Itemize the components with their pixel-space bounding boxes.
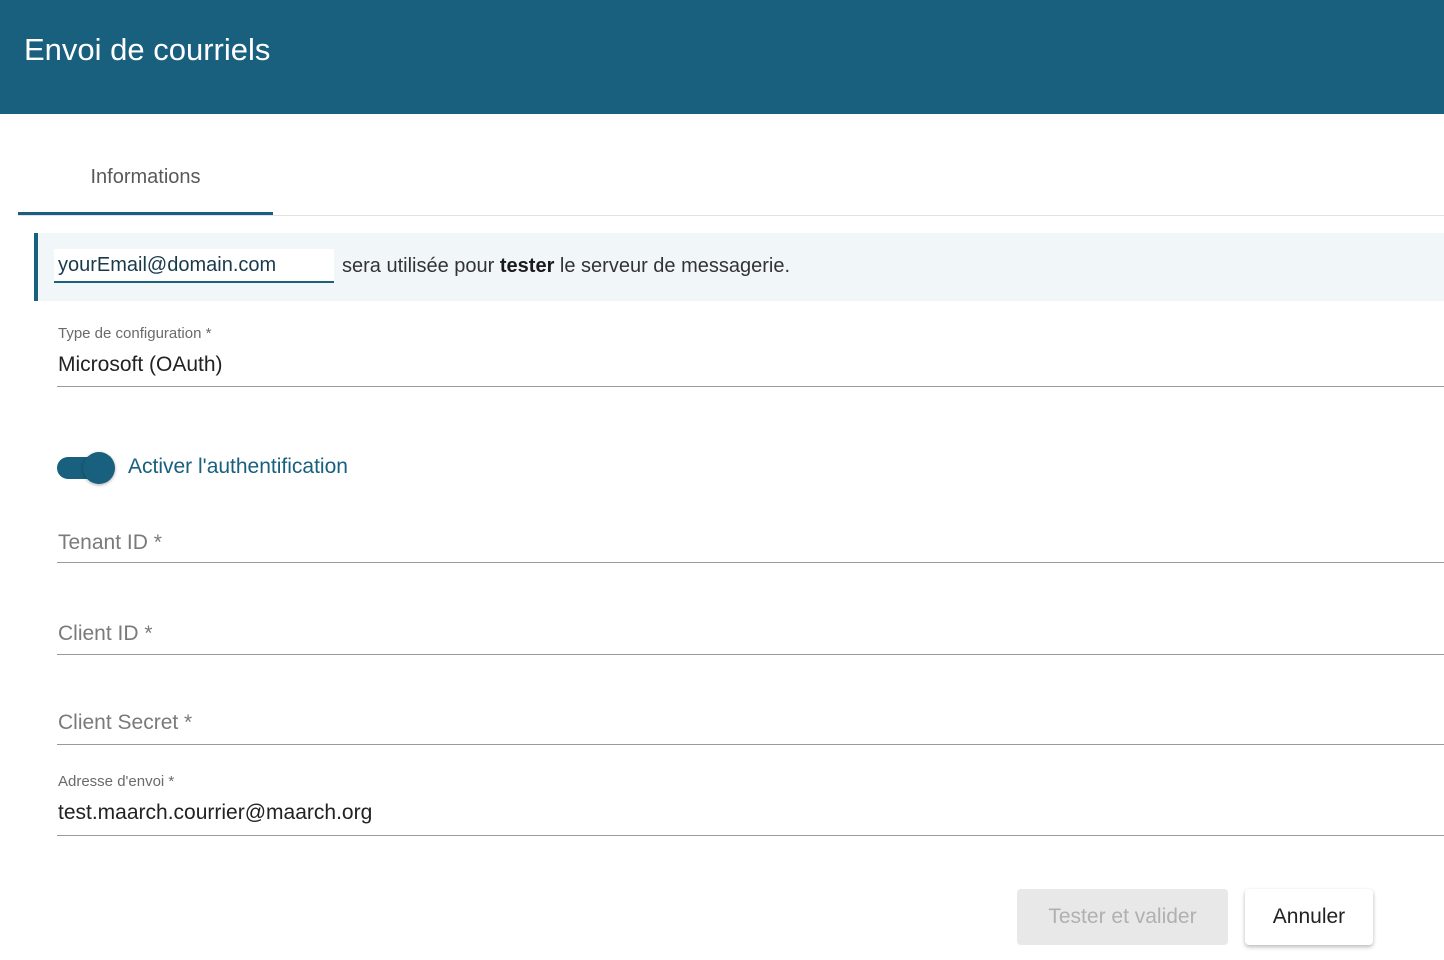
app-header: Envoi de courriels — [0, 0, 1444, 114]
test-email-description: sera utilisée pour tester le serveur de … — [342, 255, 790, 278]
banner-text-bold: tester — [499, 255, 555, 277]
page-title: Envoi de courriels — [24, 32, 271, 67]
cancel-button[interactable]: Annuler — [1245, 889, 1373, 945]
banner-text-after: le serveur de messagerie. — [554, 255, 791, 277]
client-secret-underline — [57, 744, 1444, 745]
sender-address-input[interactable]: test.maarch.courrier@maarch.org — [58, 801, 372, 825]
config-type-label: Type de configuration * — [58, 325, 212, 342]
tab-divider — [18, 215, 1444, 216]
tenant-id-input[interactable]: Tenant ID * — [58, 531, 162, 555]
config-type-underline — [57, 386, 1444, 387]
auth-toggle-thumb[interactable] — [83, 452, 115, 484]
test-and-validate-button[interactable]: Tester et valider — [1017, 889, 1228, 945]
tenant-id-underline — [57, 562, 1444, 563]
client-id-input[interactable]: Client ID * — [58, 622, 153, 646]
client-secret-input[interactable]: Client Secret * — [58, 711, 192, 735]
auth-toggle-label[interactable]: Activer l'authentification — [128, 455, 348, 479]
sender-address-label: Adresse d'envoi * — [58, 773, 175, 790]
tab-informations[interactable]: Informations — [18, 140, 273, 214]
client-id-underline — [57, 654, 1444, 655]
config-type-select[interactable]: Microsoft (OAuth) — [58, 353, 223, 377]
banner-text-before: sera utilisée pour — [342, 255, 500, 277]
test-email-input[interactable] — [54, 249, 334, 283]
sender-address-underline — [57, 835, 1444, 836]
